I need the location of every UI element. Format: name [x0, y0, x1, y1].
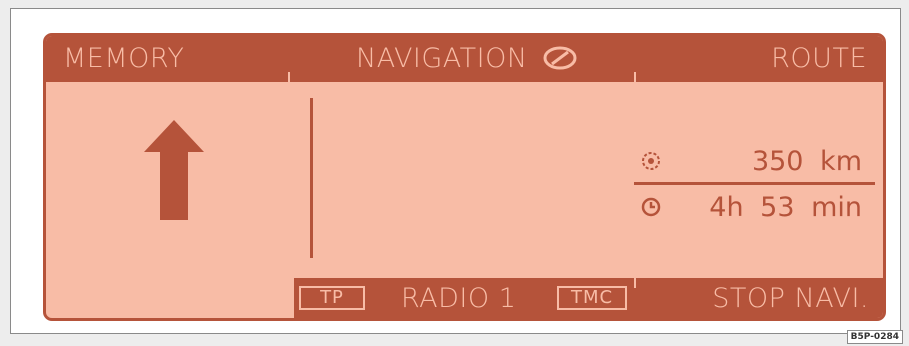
tmc-indicator: TMC	[557, 286, 627, 310]
radio-source-label: RADIO 1	[401, 283, 517, 314]
figure-code: B5P-0284	[846, 330, 903, 344]
destination-target-icon	[642, 152, 660, 170]
pane-divider	[310, 98, 313, 258]
distance-value: 350 km	[751, 146, 862, 177]
memory-softkey[interactable]: MEMORY	[63, 45, 184, 72]
info-divider	[634, 182, 875, 185]
softkey-divider	[634, 278, 636, 288]
clock-icon	[641, 197, 661, 217]
arrow-straight-ahead-icon	[144, 120, 204, 220]
top-softkey-bar: MEMORY NAVIGATION ROUTE	[46, 36, 883, 82]
tp-indicator: TP	[299, 286, 365, 310]
stop-navigation-softkey[interactable]: STOP NAVI.	[712, 285, 869, 312]
navigation-label: NAVIGATION	[356, 43, 528, 74]
time-value: 4h 53 min	[709, 192, 862, 223]
navigation-display: MEMORY NAVIGATION ROUTE 350 km 4h 53 min…	[43, 33, 886, 321]
bottom-left-blank	[46, 278, 294, 318]
softkey-divider	[288, 72, 290, 82]
route-softkey[interactable]: ROUTE	[771, 45, 867, 72]
navigation-softkey[interactable]: NAVIGATION	[356, 45, 577, 72]
compass-icon	[543, 46, 577, 70]
softkey-divider	[634, 72, 636, 82]
maneuver-pane	[46, 82, 291, 282]
